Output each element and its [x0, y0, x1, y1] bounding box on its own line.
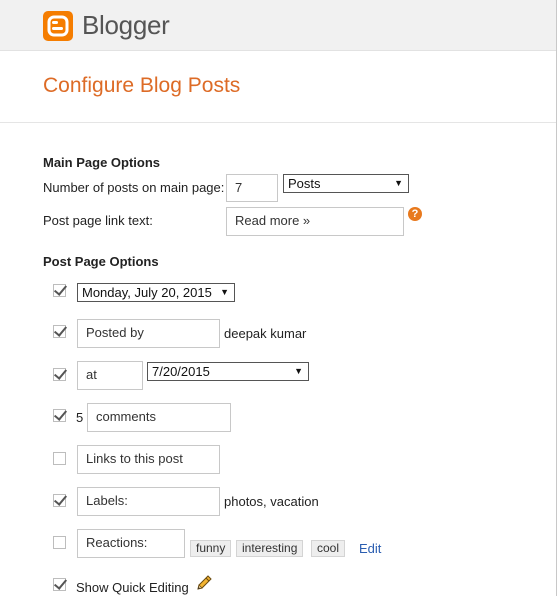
comments-count: 5: [76, 410, 84, 425]
date-format-select[interactable]: Monday, July 20, 2015 ▼: [77, 283, 235, 302]
blogger-logo-icon: [43, 11, 73, 41]
num-posts-input[interactable]: 7: [226, 174, 278, 202]
labels-checkbox[interactable]: [53, 494, 66, 507]
date-checkbox[interactable]: [53, 284, 66, 297]
brand-name: Blogger: [82, 10, 170, 40]
quick-edit-checkbox[interactable]: [53, 578, 66, 591]
pencil-icon: [195, 574, 213, 595]
app-header: Blogger: [0, 0, 556, 51]
reactions-checkbox[interactable]: [53, 536, 66, 549]
link-text-input[interactable]: Read more »: [226, 207, 404, 236]
num-posts-unit-select[interactable]: Posts ▼: [283, 174, 409, 193]
post-options-heading: Post Page Options: [43, 254, 159, 269]
links-label-input[interactable]: Links to this post: [77, 445, 220, 474]
num-posts-unit-value: Posts: [288, 176, 321, 191]
chevron-down-icon: ▼: [394, 178, 403, 188]
quick-edit-label: Show Quick Editing: [76, 580, 189, 595]
link-text-label: Post page link text:: [43, 213, 153, 228]
main-options-heading: Main Page Options: [43, 155, 161, 170]
num-posts-label: Number of posts on main page:: [43, 180, 225, 195]
time-format-select[interactable]: 7/20/2015 ▼: [147, 362, 309, 381]
labels-label-input[interactable]: Labels:: [77, 487, 220, 516]
chevron-down-icon: ▼: [294, 366, 303, 376]
page-title: Configure Blog Posts: [43, 74, 241, 97]
reaction-chip-interesting: interesting: [236, 540, 304, 557]
links-checkbox[interactable]: [53, 452, 66, 465]
time-format-value: 7/20/2015: [152, 364, 210, 379]
comments-label-input[interactable]: comments: [87, 403, 231, 432]
reactions-label-input[interactable]: Reactions:: [77, 529, 185, 558]
labels-values: photos, vacation: [224, 494, 319, 509]
reaction-chip-funny: funny: [190, 540, 232, 557]
edit-reactions-link[interactable]: Edit: [359, 541, 381, 556]
time-checkbox[interactable]: [53, 368, 66, 381]
posted-by-checkbox[interactable]: [53, 325, 66, 338]
posted-by-input[interactable]: Posted by: [77, 319, 220, 348]
author-name: deepak kumar: [224, 326, 307, 341]
date-format-value: Monday, July 20, 2015: [82, 285, 212, 300]
reaction-chip-cool: cool: [311, 540, 346, 557]
time-prefix-input[interactable]: at: [77, 361, 143, 390]
divider: [0, 122, 556, 123]
chevron-down-icon: ▼: [220, 287, 229, 297]
comments-checkbox[interactable]: [53, 409, 66, 422]
help-icon[interactable]: ?: [408, 207, 422, 221]
